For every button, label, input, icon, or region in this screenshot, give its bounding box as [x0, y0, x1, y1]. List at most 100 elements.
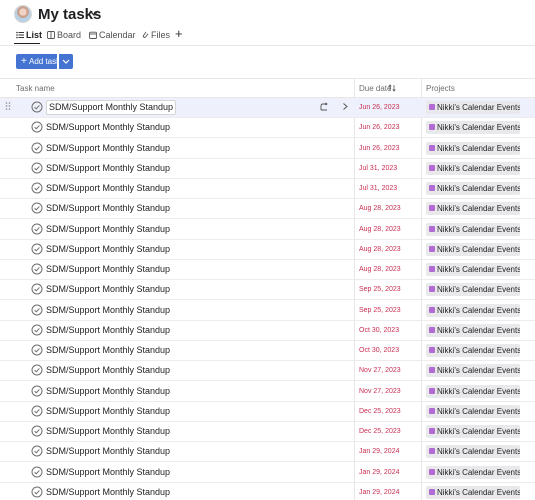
table-row[interactable]: SDM/Support Monthly Standup Oct 30, 2023 N… — [0, 341, 535, 361]
due-date[interactable]: Nov 27, 2023 — [359, 382, 401, 401]
project-tag[interactable]: Nikki's Calendar Events — [426, 141, 520, 155]
table-row[interactable]: SDM/Support Monthly Standup Aug 28, 2023 N… — [0, 240, 535, 260]
task-name[interactable]: SDM/Support Monthly Standup — [46, 220, 170, 239]
table-row[interactable]: SDM/Support Monthly Standup Dec 25, 2023 N… — [0, 422, 535, 442]
task-name[interactable]: SDM/Support Monthly Standup — [46, 483, 170, 500]
complete-checkmark-icon[interactable] — [31, 324, 43, 336]
due-date[interactable]: Oct 30, 2023 — [359, 321, 399, 340]
project-tag[interactable]: Nikki's Calendar Events — [426, 182, 520, 195]
table-row[interactable]: SDM/Support Monthly Standup Dec 25, 2023 N… — [0, 402, 535, 422]
due-date[interactable]: Sep 25, 2023 — [359, 301, 401, 320]
task-name[interactable]: SDM/Support Monthly Standup — [46, 402, 170, 421]
table-row[interactable]: SDM/Support Monthly Standup Aug 28, 2023 N… — [0, 260, 535, 280]
task-name[interactable]: SDM/Support Monthly Standup — [46, 463, 170, 482]
complete-checkmark-icon[interactable] — [31, 405, 43, 417]
table-row[interactable]: SDM/Support Monthly Standup Oct 30, 2023 N… — [0, 321, 535, 341]
due-date[interactable]: Aug 28, 2023 — [359, 199, 401, 218]
task-name[interactable]: SDM/Support Monthly Standup — [46, 199, 170, 218]
complete-checkmark-icon[interactable] — [31, 243, 43, 255]
table-row[interactable]: SDM/Support Monthly Standup Jun 26, 2023 N… — [0, 98, 535, 118]
chevron-down-icon[interactable] — [88, 7, 100, 19]
due-date[interactable]: Jun 26, 2023 — [359, 139, 399, 158]
table-row[interactable]: SDM/Support Monthly Standup Sep 25, 2023 N… — [0, 301, 535, 321]
complete-checkmark-icon[interactable] — [31, 304, 43, 316]
complete-checkmark-icon[interactable] — [31, 162, 43, 174]
task-name[interactable]: SDM/Support Monthly Standup — [46, 361, 170, 380]
task-name[interactable]: SDM/Support Monthly Standup — [46, 422, 170, 441]
subtasks-icon[interactable] — [320, 102, 329, 111]
complete-checkmark-icon[interactable] — [31, 385, 43, 397]
project-tag[interactable]: Nikki's Calendar Events — [426, 242, 520, 256]
task-name[interactable]: SDM/Support Monthly Standup — [46, 100, 177, 115]
table-row[interactable]: SDM/Support Monthly Standup Jul 31, 2023 N… — [0, 159, 535, 179]
project-tag[interactable]: Nikki's Calendar Events — [426, 283, 520, 297]
complete-checkmark-icon[interactable] — [31, 121, 43, 133]
table-row[interactable]: SDM/Support Monthly Standup Aug 28, 2023 N… — [0, 199, 535, 220]
project-tag[interactable]: Nikki's Calendar Events — [426, 465, 520, 479]
due-date[interactable]: Jul 31, 2023 — [359, 179, 397, 198]
table-row[interactable]: SDM/Support Monthly Standup Jun 26, 2023 N… — [0, 118, 535, 139]
task-name[interactable]: SDM/Support Monthly Standup — [46, 341, 170, 360]
project-tag[interactable]: Nikki's Calendar Events — [426, 101, 520, 114]
due-date[interactable]: Nov 27, 2023 — [359, 361, 401, 380]
due-date[interactable]: Aug 28, 2023 — [359, 260, 401, 279]
complete-checkmark-icon[interactable] — [31, 101, 43, 113]
table-row[interactable]: SDM/Support Monthly Standup Aug 28, 2023 N… — [0, 220, 535, 240]
table-row[interactable]: SDM/Support Monthly Standup Jan 29, 2024 N… — [0, 463, 535, 483]
column-header-task-name[interactable]: Task name — [16, 79, 55, 98]
table-row[interactable]: SDM/Support Monthly Standup Jun 26, 2023 N… — [0, 139, 535, 159]
due-date[interactable]: Aug 28, 2023 — [359, 220, 401, 239]
table-row[interactable]: SDM/Support Monthly Standup Nov 27, 2023 N… — [0, 361, 535, 382]
column-header-due-date[interactable]: Due date — [359, 79, 391, 98]
drag-handle-icon[interactable] — [5, 101, 11, 111]
task-name[interactable]: SDM/Support Monthly Standup — [46, 240, 170, 259]
complete-checkmark-icon[interactable] — [31, 182, 43, 194]
project-tag[interactable]: Nikki's Calendar Events — [426, 404, 520, 418]
due-date[interactable]: Jan 29, 2024 — [359, 442, 399, 461]
due-date[interactable]: Jan 29, 2024 — [359, 483, 399, 500]
complete-checkmark-icon[interactable] — [31, 223, 43, 235]
project-tag[interactable]: Nikki's Calendar Events — [426, 161, 520, 175]
project-tag[interactable]: Nikki's Calendar Events — [426, 323, 520, 337]
project-tag[interactable]: Nikki's Calendar Events — [426, 425, 520, 438]
add-tab-button[interactable]: + — [175, 27, 185, 40]
task-name[interactable]: SDM/Support Monthly Standup — [46, 442, 170, 461]
task-name[interactable]: SDM/Support Monthly Standup — [46, 280, 170, 299]
task-name[interactable]: SDM/Support Monthly Standup — [46, 179, 170, 198]
project-tag[interactable]: Nikki's Calendar Events — [426, 344, 520, 357]
sort-ascending-icon[interactable] — [388, 84, 396, 92]
task-name[interactable]: SDM/Support Monthly Standup — [46, 139, 170, 158]
complete-checkmark-icon[interactable] — [31, 283, 43, 295]
project-tag[interactable]: Nikki's Calendar Events — [426, 263, 520, 276]
complete-checkmark-icon[interactable] — [31, 142, 43, 154]
table-row[interactable]: SDM/Support Monthly Standup Jul 31, 2023 N… — [0, 179, 535, 199]
project-tag[interactable]: Nikki's Calendar Events — [426, 445, 520, 459]
task-name[interactable]: SDM/Support Monthly Standup — [46, 321, 170, 340]
avatar[interactable] — [14, 5, 32, 23]
task-name[interactable]: SDM/Support Monthly Standup — [46, 260, 170, 279]
complete-checkmark-icon[interactable] — [31, 445, 43, 457]
due-date[interactable]: Jun 26, 2023 — [359, 98, 399, 117]
project-tag[interactable]: Nikki's Calendar Events — [426, 485, 520, 499]
complete-checkmark-icon[interactable] — [31, 486, 43, 498]
complete-checkmark-icon[interactable] — [31, 263, 43, 275]
due-date[interactable]: Oct 30, 2023 — [359, 341, 399, 360]
complete-checkmark-icon[interactable] — [31, 202, 43, 214]
table-row[interactable]: SDM/Support Monthly Standup Sep 25, 2023 N… — [0, 280, 535, 301]
task-name[interactable]: SDM/Support Monthly Standup — [46, 382, 170, 401]
table-row[interactable]: SDM/Support Monthly Standup Jan 29, 2024 N… — [0, 442, 535, 463]
project-tag[interactable]: Nikki's Calendar Events — [426, 364, 520, 378]
project-tag[interactable]: Nikki's Calendar Events — [426, 303, 520, 317]
task-name[interactable]: SDM/Support Monthly Standup — [46, 159, 170, 178]
add-task-button[interactable]: + Add task — [16, 54, 60, 69]
due-date[interactable]: Jan 29, 2024 — [359, 463, 399, 482]
project-tag[interactable]: Nikki's Calendar Events — [426, 222, 520, 236]
due-date[interactable]: Sep 25, 2023 — [359, 280, 401, 299]
chevron-right-icon[interactable] — [341, 102, 349, 111]
due-date[interactable]: Dec 25, 2023 — [359, 422, 401, 441]
project-tag[interactable]: Nikki's Calendar Events — [426, 121, 520, 135]
complete-checkmark-icon[interactable] — [31, 425, 43, 437]
complete-checkmark-icon[interactable] — [31, 364, 43, 376]
due-date[interactable]: Dec 25, 2023 — [359, 402, 401, 421]
table-row[interactable]: SDM/Support Monthly Standup Nov 27, 2023 N… — [0, 382, 535, 402]
